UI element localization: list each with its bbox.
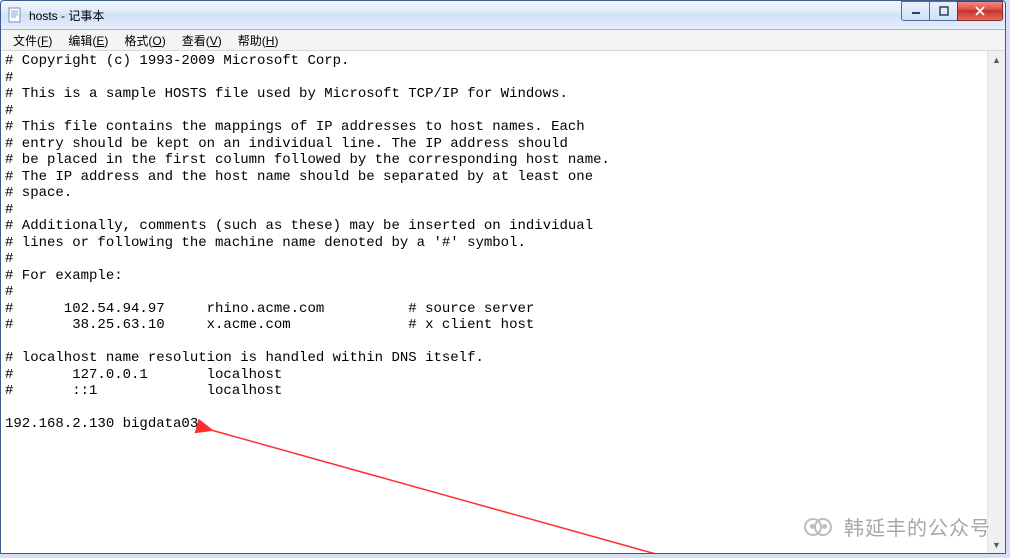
watermark-text: 韩延丰的公众号	[844, 512, 991, 541]
window-title: hosts - 记事本	[29, 7, 104, 24]
menu-format[interactable]: 格式(O)	[116, 30, 173, 51]
notepad-icon	[7, 7, 23, 23]
vertical-scrollbar[interactable]: ▲ ▼	[987, 51, 1005, 553]
scroll-up-button[interactable]: ▲	[988, 51, 1005, 68]
scroll-down-button[interactable]: ▼	[988, 536, 1005, 553]
editor-area[interactable]: # Copyright (c) 1993-2009 Microsoft Corp…	[1, 51, 1005, 553]
titlebar[interactable]: hosts - 记事本	[1, 1, 1005, 30]
menu-help[interactable]: 帮助(H)	[230, 30, 287, 51]
maximize-button[interactable]	[929, 1, 958, 21]
window-controls	[902, 1, 1003, 21]
menu-edit[interactable]: 编辑(E)	[60, 30, 116, 51]
notepad-window: hosts - 记事本 文件(F) 编辑(E) 格式(O) 查看(V) 帮助(H…	[0, 0, 1006, 554]
scroll-track[interactable]	[988, 68, 1005, 536]
wechat-icon	[804, 511, 834, 541]
menu-file[interactable]: 文件(F)	[5, 30, 60, 51]
text-content[interactable]: # Copyright (c) 1993-2009 Microsoft Corp…	[5, 53, 987, 433]
close-button[interactable]	[957, 1, 1003, 21]
menu-view[interactable]: 查看(V)	[174, 30, 230, 51]
minimize-button[interactable]	[901, 1, 930, 21]
watermark: 韩延丰的公众号	[804, 511, 991, 541]
menubar: 文件(F) 编辑(E) 格式(O) 查看(V) 帮助(H)	[1, 30, 1005, 51]
